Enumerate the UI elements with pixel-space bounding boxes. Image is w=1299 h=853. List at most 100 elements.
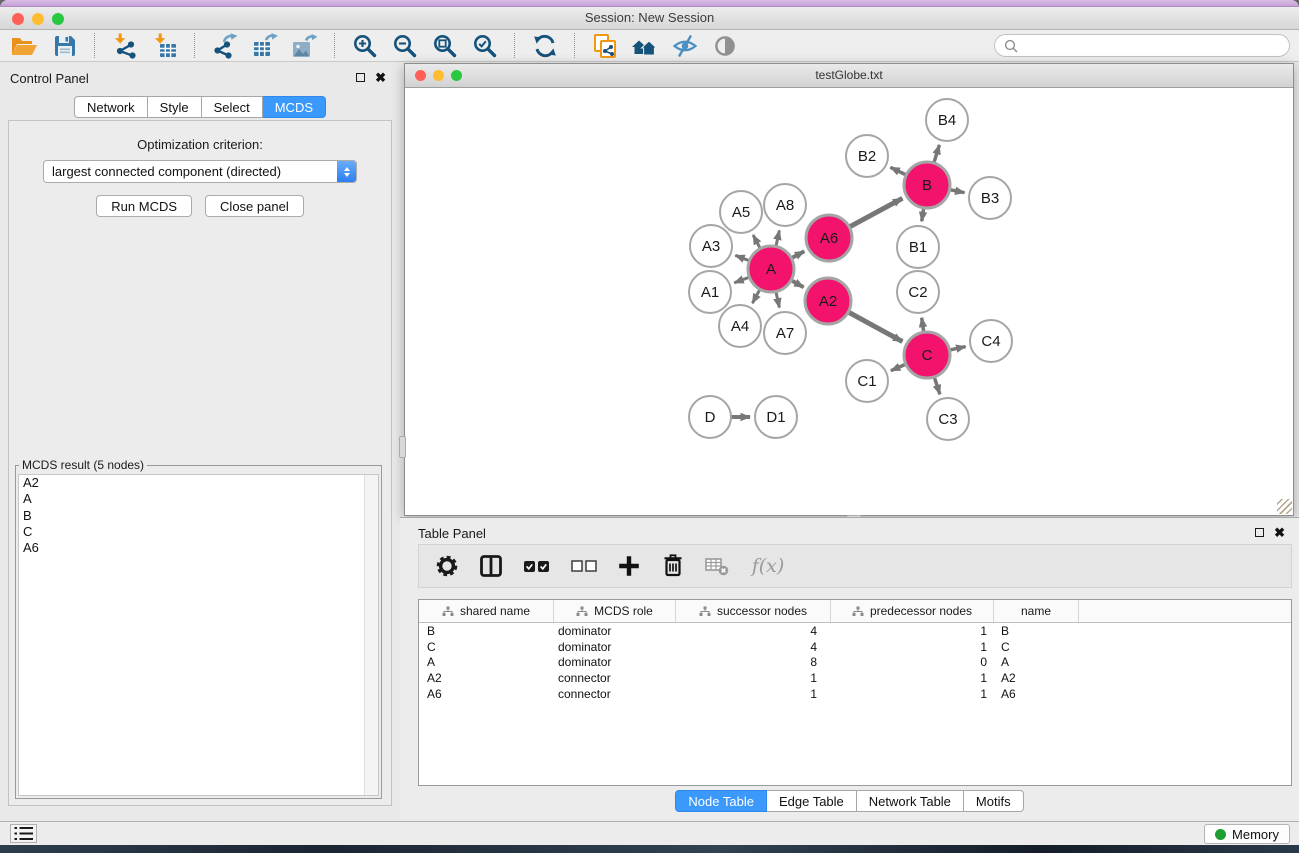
tab-motifs[interactable]: Motifs: [964, 790, 1024, 812]
result-item[interactable]: A6: [19, 540, 378, 556]
result-item[interactable]: C: [19, 524, 378, 540]
optimization-criterion-label: Optimization criterion:: [9, 137, 391, 152]
tab-network[interactable]: Network: [74, 96, 148, 118]
graph-edge-A-A1[interactable]: [734, 277, 749, 283]
network-canvas[interactable]: AA1A2A3A4A5A6A7A8BB1B2B3B4CC1C2C3C4DD1: [405, 88, 1293, 515]
save-floppy-icon: [53, 34, 77, 58]
zoom-out-button[interactable]: [389, 32, 420, 60]
zoom-network-window-button[interactable]: [451, 70, 462, 81]
table-row[interactable]: A6 connector 1 1 A6: [419, 686, 1291, 702]
graph-edge-A-A3[interactable]: [735, 255, 749, 260]
tab-network-table[interactable]: Network Table: [857, 790, 964, 812]
tab-mcds[interactable]: MCDS: [263, 96, 326, 118]
graph-edge-A-A7[interactable]: [776, 292, 780, 308]
search-input[interactable]: [1023, 38, 1280, 54]
network-graph[interactable]: AA1A2A3A4A5A6A7A8BB1B2B3B4CC1C2C3C4DD1: [405, 88, 1293, 515]
graph-node-label-C2: C2: [908, 284, 927, 301]
home-houses-icon: [631, 34, 658, 58]
import-network-icon: [112, 33, 138, 59]
network-window-titlebar[interactable]: testGlobe.txt: [405, 64, 1293, 88]
zoom-in-button[interactable]: [349, 32, 380, 60]
graph-edge-B-B4[interactable]: [934, 145, 940, 163]
graph-edge-A-A4[interactable]: [752, 289, 760, 303]
unselect-all-columns-button[interactable]: [568, 551, 600, 581]
float-panel-icon[interactable]: [356, 73, 365, 82]
tab-style[interactable]: Style: [148, 96, 202, 118]
delete-column-button[interactable]: [658, 551, 688, 581]
export-network-button[interactable]: [209, 32, 240, 60]
column-header-shared-name[interactable]: shared name: [419, 600, 554, 622]
graph-edge-B-B1[interactable]: [922, 208, 924, 222]
graph-edge-A-A5[interactable]: [753, 235, 760, 249]
close-network-window-button[interactable]: [415, 70, 426, 81]
zoom-window-button[interactable]: [52, 13, 64, 25]
column-header-predecessor-nodes[interactable]: predecessor nodes: [831, 600, 994, 622]
zoom-check-icon: [472, 33, 498, 59]
zoom-fit-button[interactable]: [429, 32, 460, 60]
close-window-button[interactable]: [12, 13, 24, 25]
result-item[interactable]: B: [19, 508, 378, 524]
table-settings-button[interactable]: [432, 551, 462, 581]
graph-edge-B-B2[interactable]: [890, 167, 906, 175]
close-panel-icon[interactable]: ✖: [375, 71, 386, 84]
result-item[interactable]: A2: [19, 475, 378, 491]
graph-node-label-A7: A7: [776, 325, 794, 342]
open-session-button[interactable]: [9, 32, 40, 60]
import-table-button[interactable]: [149, 32, 180, 60]
zoom-selected-button[interactable]: [469, 32, 500, 60]
function-builder-button[interactable]: f(x): [746, 551, 790, 581]
graph-edge-C-C3[interactable]: [934, 377, 940, 394]
graph-node-label-C4: C4: [981, 333, 1000, 350]
delete-table-button[interactable]: [702, 551, 732, 581]
graph-node-label-C1: C1: [857, 373, 876, 390]
first-neighbors-button[interactable]: [629, 32, 660, 60]
float-table-panel-icon[interactable]: [1255, 528, 1264, 537]
tab-select[interactable]: Select: [202, 96, 263, 118]
graph-edge-C-C4[interactable]: [950, 347, 966, 351]
export-table-button[interactable]: [249, 32, 280, 60]
hide-selected-button[interactable]: [669, 32, 700, 60]
table-row[interactable]: C dominator 4 1 C: [419, 639, 1291, 655]
search-box[interactable]: [994, 34, 1290, 57]
graph-edge-A-A8[interactable]: [776, 230, 780, 246]
import-network-button[interactable]: [109, 32, 140, 60]
export-image-button[interactable]: [289, 32, 320, 60]
show-task-history-button[interactable]: [10, 824, 37, 843]
column-header-name[interactable]: name: [994, 600, 1079, 622]
column-header-mcds-role[interactable]: MCDS role: [554, 600, 676, 622]
graph-edge-A-A6[interactable]: [791, 251, 804, 258]
optimization-criterion-select[interactable]: largest connected component (directed): [43, 160, 357, 183]
minimize-network-window-button[interactable]: [433, 70, 444, 81]
tab-node-table[interactable]: Node Table: [675, 790, 767, 812]
close-panel-button[interactable]: Close panel: [205, 195, 304, 217]
tab-edge-table[interactable]: Edge Table: [767, 790, 857, 812]
refresh-button[interactable]: [529, 32, 560, 60]
graph-edge-C-C1[interactable]: [891, 364, 906, 371]
graph-edge-C-C2[interactable]: [922, 318, 924, 333]
show-graphics-details-button[interactable]: [709, 32, 740, 60]
graph-edge-A2-C[interactable]: [848, 312, 902, 342]
table-row[interactable]: A dominator 8 0 A: [419, 654, 1291, 670]
panel-divider-handle-vertical[interactable]: [399, 436, 406, 458]
column-header-successor-nodes[interactable]: successor nodes: [676, 600, 831, 622]
graph-edge-B-B3[interactable]: [950, 190, 965, 193]
minimize-window-button[interactable]: [32, 13, 44, 25]
eye-slash-icon: [672, 33, 698, 59]
result-scrollbar[interactable]: [364, 475, 378, 795]
column-type-icon: [852, 606, 864, 617]
create-column-button[interactable]: [614, 551, 644, 581]
graph-node-label-C: C: [922, 347, 933, 364]
run-mcds-button[interactable]: Run MCDS: [96, 195, 192, 217]
result-item[interactable]: A: [19, 491, 378, 507]
memory-button[interactable]: Memory: [1204, 824, 1290, 844]
graph-edge-A-A2[interactable]: [791, 280, 804, 287]
save-session-button[interactable]: [49, 32, 80, 60]
show-columns-button[interactable]: [476, 551, 506, 581]
table-row[interactable]: B dominator 4 1 B: [419, 623, 1291, 639]
graph-edge-A6-B[interactable]: [849, 198, 902, 227]
clone-network-button[interactable]: [589, 32, 620, 60]
table-row[interactable]: A2 connector 1 1 A2: [419, 670, 1291, 686]
window-resize-grip[interactable]: [1277, 499, 1292, 514]
close-table-panel-icon[interactable]: ✖: [1274, 526, 1285, 539]
select-all-columns-button[interactable]: [520, 551, 554, 581]
